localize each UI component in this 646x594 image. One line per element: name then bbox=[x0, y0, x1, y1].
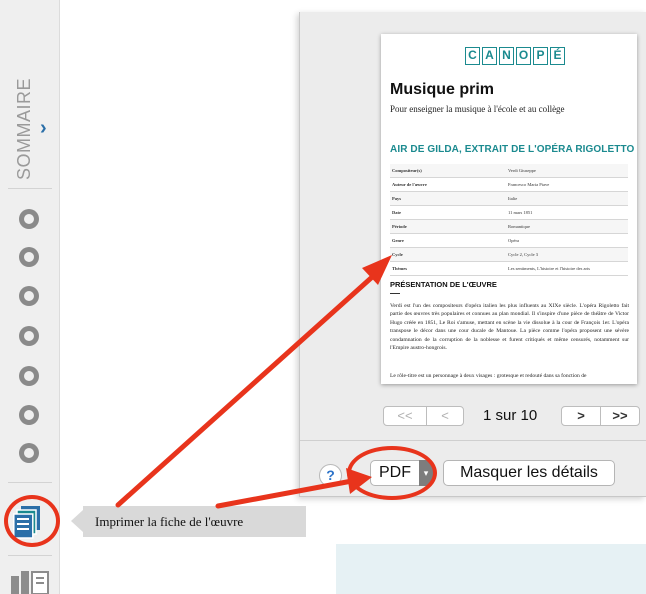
next-page-button[interactable]: > bbox=[561, 406, 601, 426]
sidebar-divider bbox=[8, 555, 52, 556]
sidebar-radio-7[interactable] bbox=[19, 443, 39, 463]
document-subtitle: Pour enseigner la musique à l'école et a… bbox=[390, 104, 565, 114]
print-dialog: C A N O P É Musique prim Pour enseigner … bbox=[299, 12, 646, 500]
canope-logo: C A N O P É bbox=[465, 47, 567, 66]
work-title: AIR DE GILDA, EXTRAIT DE L'OPÉRA RIGOLET… bbox=[390, 144, 635, 155]
sidebar-radio-1[interactable] bbox=[19, 209, 39, 229]
dialog-divider bbox=[300, 440, 646, 441]
table-row: Cycle Cycle 2, Cycle 3 bbox=[390, 247, 628, 262]
sidebar-divider bbox=[8, 482, 52, 483]
sidebar-radio-4[interactable] bbox=[19, 326, 39, 346]
first-page-button[interactable]: << bbox=[383, 406, 427, 426]
sidebar-radio-5[interactable] bbox=[19, 366, 39, 386]
last-page-button[interactable]: >> bbox=[600, 406, 640, 426]
sidebar-title[interactable]: SOMMAIRE bbox=[14, 78, 34, 180]
sidebar-radio-3[interactable] bbox=[19, 286, 39, 306]
sidebar-radio-2[interactable] bbox=[19, 247, 39, 267]
table-row: Compositeur(s) Verdi Giuseppe bbox=[390, 164, 628, 179]
table-row: Date 11 mars 1851 bbox=[390, 205, 628, 221]
section-title: PRÉSENTATION DE L'ŒUVRE bbox=[390, 280, 497, 289]
work-details-table: Compositeur(s) Verdi Giuseppe Auteur de l… bbox=[390, 164, 628, 276]
hide-details-button[interactable]: Masquer les détails bbox=[443, 460, 615, 486]
table-row: Genre Opéra bbox=[390, 233, 628, 248]
presentation-paragraph-cut: Le rôle-titre est un personnage à deux v… bbox=[390, 373, 587, 379]
table-row: Thèmes Les sentiments, L'histoire et l'hi… bbox=[390, 261, 628, 276]
document-title: Musique prim bbox=[390, 81, 495, 98]
highlight-circle bbox=[347, 446, 437, 500]
previous-page-button[interactable]: < bbox=[426, 406, 464, 426]
section-rule bbox=[390, 293, 400, 294]
chevron-right-icon[interactable]: › bbox=[40, 118, 56, 138]
tooltip-pointer bbox=[71, 510, 83, 532]
table-row: Pays Italie bbox=[390, 191, 628, 207]
page-indicator: 1 sur 10 bbox=[483, 407, 538, 424]
table-row: Auteur de l'œuvre Francesco Maria Piave bbox=[390, 177, 628, 193]
background-panel bbox=[336, 544, 646, 594]
sidebar-divider bbox=[8, 188, 52, 189]
print-tooltip: Imprimer la fiche de l'œuvre bbox=[83, 506, 306, 537]
table-row: Période Romantique bbox=[390, 219, 628, 234]
library-icon[interactable] bbox=[10, 568, 52, 594]
highlight-circle bbox=[4, 495, 60, 547]
help-button[interactable]: ? bbox=[319, 464, 342, 487]
print-preview-page: C A N O P É Musique prim Pour enseigner … bbox=[381, 34, 637, 384]
sidebar-radio-6[interactable] bbox=[19, 405, 39, 425]
app-window: SOMMAIRE › C A N O P É Musique prim Pour… bbox=[0, 0, 646, 594]
presentation-paragraph: Verdi est l'un des compositeurs d'opéra … bbox=[390, 303, 629, 352]
